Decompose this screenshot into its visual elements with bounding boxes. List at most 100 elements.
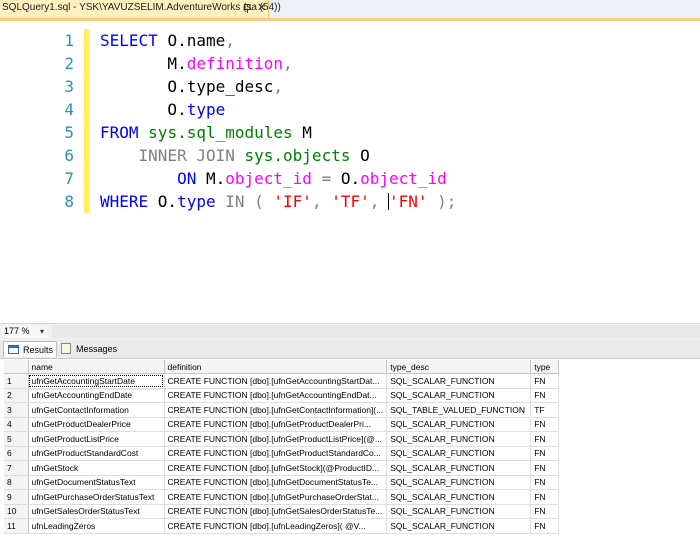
cell-type-desc[interactable]: SQL_SCALAR_FUNCTION xyxy=(386,489,532,505)
table-row[interactable]: 5 ufnGetProductListPrice CREATE FUNCTION [… xyxy=(4,431,560,447)
code-token: sys.sql_modules xyxy=(148,123,293,142)
cell-type-desc[interactable]: SQL_SCALAR_FUNCTION xyxy=(386,446,532,461)
cell-type[interactable]: TF xyxy=(530,402,560,418)
row-number[interactable]: 7 xyxy=(4,460,29,476)
cell-type-desc[interactable]: SQL_SCALAR_FUNCTION xyxy=(386,504,532,519)
cell-name[interactable]: ufnGetAccountingEndDate xyxy=(28,388,165,403)
row-number[interactable]: 11 xyxy=(4,518,29,534)
code-token: SELECT xyxy=(100,31,168,50)
cell-type[interactable]: FN xyxy=(530,504,560,519)
cell-name[interactable]: ufnGetDocumentStatusText xyxy=(28,475,165,490)
code-token: O. xyxy=(340,169,361,188)
column-header-type[interactable]: type xyxy=(530,360,560,374)
chevron-down-icon[interactable]: ▾ xyxy=(40,327,44,336)
column-header-name[interactable]: name xyxy=(28,360,165,374)
code-line[interactable]: M.definition, xyxy=(100,52,456,75)
cell-definition[interactable]: CREATE FUNCTION [dbo].[ufnGetStock](@Pro… xyxy=(164,460,388,476)
cell-definition[interactable]: CREATE FUNCTION [dbo].[ufnGetProductList… xyxy=(164,431,388,447)
row-number[interactable]: 8 xyxy=(4,475,29,490)
row-number[interactable]: 3 xyxy=(4,402,29,418)
cell-name[interactable]: ufnGetAccountingStartDate xyxy=(28,373,165,389)
cell-type-desc[interactable]: SQL_SCALAR_FUNCTION xyxy=(386,518,532,534)
cell-type[interactable]: FN xyxy=(530,388,560,403)
code-line[interactable]: O.type xyxy=(100,98,456,121)
row-number[interactable]: 10 xyxy=(4,504,29,519)
table-row[interactable]: 6 ufnGetProductStandardCost CREATE FUNCTIO… xyxy=(4,446,560,461)
cell-type-desc[interactable]: SQL_SCALAR_FUNCTION xyxy=(386,388,532,403)
cell-type[interactable]: FN xyxy=(530,431,560,447)
cell-definition[interactable]: CREATE FUNCTION [dbo].[ufnGetPurchaseOrd… xyxy=(164,489,388,505)
table-row[interactable]: 3 ufnGetContactInformation CREATE FUNCTION… xyxy=(4,402,560,418)
close-icon[interactable]: ✕ xyxy=(257,2,266,14)
cell-type[interactable]: FN xyxy=(530,489,560,505)
tab-results-label: Results xyxy=(23,345,54,355)
cell-definition[interactable]: CREATE FUNCTION [dbo].[ufnGetSalesOrderS… xyxy=(164,504,388,519)
table-row[interactable]: 8 ufnGetDocumentStatusText CREATE FUNCTION… xyxy=(4,475,560,490)
cell-name[interactable]: ufnGetStock xyxy=(28,460,165,476)
cell-name[interactable]: ufnGetSalesOrderStatusText xyxy=(28,504,165,519)
cell-definition[interactable]: CREATE FUNCTION [dbo].[ufnGetAccountingS… xyxy=(164,373,388,389)
cell-type[interactable]: FN xyxy=(530,446,560,461)
grid-corner[interactable] xyxy=(4,360,29,374)
code-token: , xyxy=(273,77,284,96)
cell-type[interactable]: FN xyxy=(530,373,560,389)
column-header-type-desc[interactable]: type_desc xyxy=(386,360,532,374)
cell-type-desc[interactable]: SQL_SCALAR_FUNCTION xyxy=(386,460,532,476)
query-editor[interactable]: 12345678 SELECT O.name, M.definition, O.… xyxy=(0,21,700,321)
row-number[interactable]: 6 xyxy=(4,446,29,461)
column-header-definition[interactable]: definition xyxy=(164,360,388,374)
line-number: 3 xyxy=(64,77,74,96)
table-row[interactable]: 10 ufnGetSalesOrderStatusText CREATE FUNCT… xyxy=(4,504,560,519)
table-row[interactable]: 7 ufnGetStock CREATE FUNCTION [dbo].[ufnGe… xyxy=(4,460,560,476)
table-row[interactable]: 9 ufnGetPurchaseOrderStatusText CREATE FUN… xyxy=(4,489,560,505)
code-token: 'FN' xyxy=(388,192,428,211)
code-line[interactable]: SELECT O.name, xyxy=(100,29,456,52)
cell-type-desc[interactable]: SQL_SCALAR_FUNCTION xyxy=(386,373,532,389)
results-grid[interactable]: name definition type_desc type 1 ufnGetAc… xyxy=(4,360,560,534)
zoom-select[interactable]: 177 % ▾ xyxy=(2,325,48,338)
row-number[interactable]: 9 xyxy=(4,489,29,505)
row-number[interactable]: 5 xyxy=(4,431,29,447)
row-number[interactable]: 1 xyxy=(4,373,29,389)
results-pane: Results Messages name definition type_de… xyxy=(0,340,700,541)
cell-type-desc[interactable]: SQL_SCALAR_FUNCTION xyxy=(386,431,532,447)
code-line[interactable]: INNER JOIN sys.objects O xyxy=(100,144,456,167)
cell-type[interactable]: FN xyxy=(530,460,560,476)
cell-type[interactable]: FN xyxy=(530,518,560,534)
code-area[interactable]: SELECT O.name, M.definition, O.type_desc… xyxy=(100,29,456,213)
tab-results[interactable]: Results xyxy=(3,341,57,357)
pin-icon[interactable] xyxy=(243,4,252,13)
cell-name[interactable]: ufnGetContactInformation xyxy=(28,402,165,418)
cell-definition[interactable]: CREATE FUNCTION [dbo].[ufnLeadingZeros](… xyxy=(164,518,388,534)
cell-name[interactable]: ufnGetPurchaseOrderStatusText xyxy=(28,489,165,505)
tab-messages[interactable]: Messages xyxy=(58,341,120,357)
table-row[interactable]: 4 ufnGetProductDealerPrice CREATE FUNCTIO… xyxy=(4,417,560,432)
cell-name[interactable]: ufnGetProductStandardCost xyxy=(28,446,165,461)
code-token: O. xyxy=(100,100,187,119)
cell-type-desc[interactable]: SQL_SCALAR_FUNCTION xyxy=(386,417,532,432)
cell-name[interactable]: ufnLeadingZeros xyxy=(28,518,165,534)
cell-definition[interactable]: CREATE FUNCTION [dbo].[ufnGetProductDeal… xyxy=(164,417,388,432)
cell-name[interactable]: ufnGetProductListPrice xyxy=(28,431,165,447)
cell-definition[interactable]: CREATE FUNCTION [dbo].[ufnGetProductStan… xyxy=(164,446,388,461)
code-line[interactable]: FROM sys.sql_modules M xyxy=(100,121,456,144)
document-tab[interactable]: SQLQuery1.sql - YSK\YAVUZSELIM.Adventure… xyxy=(0,0,281,18)
horizontal-scrollbar[interactable] xyxy=(52,325,700,338)
code-line[interactable]: ON M.object_id = O.object_id xyxy=(100,167,456,190)
cell-type-desc[interactable]: SQL_TABLE_VALUED_FUNCTION xyxy=(386,402,532,418)
code-line[interactable]: WHERE O.type IN ( 'IF', 'TF', 'FN' ); xyxy=(100,190,456,213)
cell-definition[interactable]: CREATE FUNCTION [dbo].[ufnGetAccountingE… xyxy=(164,388,388,403)
line-number: 6 xyxy=(64,146,74,165)
cell-definition[interactable]: CREATE FUNCTION [dbo].[ufnGetDocumentSta… xyxy=(164,475,388,490)
table-row[interactable]: 2 ufnGetAccountingEndDate CREATE FUNCTION … xyxy=(4,388,560,403)
row-number[interactable]: 4 xyxy=(4,417,29,432)
row-number[interactable]: 2 xyxy=(4,388,29,403)
cell-type-desc[interactable]: SQL_SCALAR_FUNCTION xyxy=(386,475,532,490)
table-row[interactable]: 11 ufnLeadingZeros CREATE FUNCTION [dbo].[… xyxy=(4,518,560,534)
table-row[interactable]: 1 ufnGetAccountingStartDate CREATE FUNCTIO… xyxy=(4,373,560,389)
cell-type[interactable]: FN xyxy=(530,417,560,432)
code-line[interactable]: O.type_desc, xyxy=(100,75,456,98)
cell-name[interactable]: ufnGetProductDealerPrice xyxy=(28,417,165,432)
cell-type[interactable]: FN xyxy=(530,475,560,490)
cell-definition[interactable]: CREATE FUNCTION [dbo].[ufnGetContactInfo… xyxy=(164,402,388,418)
